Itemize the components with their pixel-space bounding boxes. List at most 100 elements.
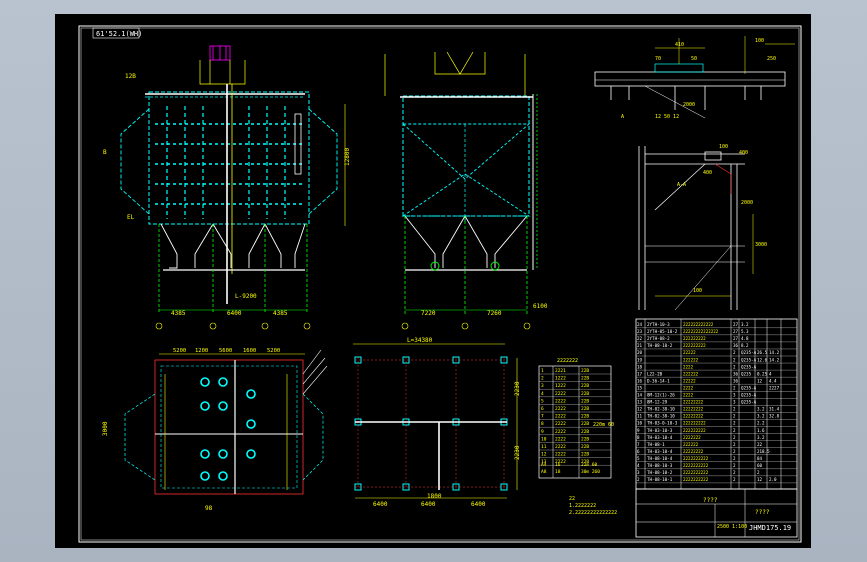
note-row-b: 22B (581, 398, 589, 404)
parts-cell-w: 3.2 (757, 414, 765, 419)
notes-line-1: 1.2222222 (569, 503, 596, 509)
parts-cell-name: 2222222 (683, 435, 701, 440)
parts-cell-name: 222222 (683, 442, 699, 447)
parts-cell-w: 3.2 (757, 407, 765, 412)
parts-cell-m: Q235-A (741, 385, 757, 390)
detail-mid-dim-6: 100 (693, 288, 702, 294)
note-row-no: 5 (541, 398, 544, 404)
parts-cell-code: TH-08-10-3 (647, 463, 673, 468)
parts-cell-no: 11 (637, 414, 643, 419)
note-row-b: 22B (581, 436, 589, 442)
note-row-a: 2222 (555, 436, 566, 442)
detail-top-dim-1: 410 (675, 42, 684, 48)
note-row-no: 9 (541, 429, 544, 435)
parts-cell-no: 16 (637, 378, 643, 383)
drawing-sheet: 61'52.1(WH) 4385 6400 4385 12800 12B B E… (55, 14, 811, 548)
note-row-b: 22B (581, 383, 589, 389)
parts-cell-name: 2222 (683, 393, 694, 398)
note-bottom-b: 30m 260 (581, 469, 600, 475)
parts-cell-code: 8M-12-29 (647, 400, 668, 405)
note-row-a: 2222 (555, 452, 566, 458)
parts-cell-sum: 2.0 (769, 477, 777, 482)
parts-cell-sum: 31.4 (769, 407, 780, 412)
parts-cell-qty: 27 (733, 322, 739, 327)
note-row-no: 10 (541, 436, 547, 442)
front-label-left: B (103, 149, 107, 156)
parts-cell-code: TH-03-10-4 (647, 449, 673, 454)
note-row-a: 2222 (555, 391, 566, 397)
note-row-b: 22B (581, 421, 589, 427)
parts-cell-m: Q235-A (741, 357, 757, 362)
cad-drawing: 61'52.1(WH) 4385 6400 4385 12800 12B B E… (55, 14, 811, 548)
note-bottom-no: A4 (541, 462, 547, 468)
parts-cell-code: D-36-14-1 (647, 378, 670, 383)
parts-cell-name: 222222222222 (683, 322, 714, 327)
parts-cell-code: L22-2B (647, 371, 663, 376)
foundation-dim-mid: 1800 (427, 493, 442, 500)
detail-top-dim-5: 250 (767, 56, 776, 62)
parts-cell-no: 15 (637, 385, 643, 390)
front-dim-1: 4385 (171, 310, 186, 317)
parts-cell-m: 4.8 (741, 336, 749, 341)
front-dim-side: 12800 (344, 148, 351, 166)
notes-line-2: 2.22222222222222 (569, 510, 617, 516)
side-dim-right: 6100 (533, 303, 548, 310)
note-row-no: 11 (541, 444, 547, 450)
parts-cell-code: TH-03-0-10-3 (647, 421, 678, 426)
note-row-b: 22B (581, 429, 589, 435)
foundation-dim-right-1: 2230 (514, 381, 521, 396)
note-row-no: 4 (541, 391, 544, 397)
title-block-company: ???? (755, 509, 770, 516)
parts-cell-name: 22222222222222 (683, 329, 719, 334)
detail-mid-label: A-A (677, 182, 686, 188)
note-row-no: 12 (541, 452, 547, 458)
note-side-note: 220m 60 (593, 422, 614, 428)
plan-dim-5: 5200 (267, 348, 280, 354)
parts-cell-code: 2YTH-05-10-2 (647, 329, 678, 334)
title-block-drawing-no: JHMD175.19 (749, 524, 791, 532)
parts-cell-w: 12.6 (757, 357, 768, 362)
parts-cell-w: 3.2 (757, 435, 765, 440)
parts-cell-code: 8M-12(1)-26 (647, 393, 675, 398)
parts-cell-code: TH-08-10-2 (647, 470, 673, 475)
parts-cell-name: 222222222 (683, 428, 706, 433)
detail-top-label: A (621, 114, 624, 120)
parts-cell-code: TH-08-1 (647, 442, 665, 447)
front-dim-2: 6400 (227, 310, 242, 317)
parts-cell-sum: 32.8 (769, 414, 780, 419)
parts-cell-code: TH-02-38-10 (647, 414, 675, 419)
parts-cell-sum: 14.2 (769, 357, 780, 362)
parts-cell-w: 22 (757, 442, 763, 447)
parts-cell-m: Q235-A (741, 364, 757, 369)
note-row-a: 2222 (555, 444, 566, 450)
note-row-a: 2222 (555, 414, 566, 420)
front-label-top: 12B (125, 73, 136, 80)
parts-cell-w: 26.5 (757, 350, 768, 355)
note-row-a: 2222 (555, 429, 566, 435)
parts-cell-m: Q235-A (741, 350, 757, 355)
side-dim-1: 7220 (421, 310, 436, 317)
parts-cell-sum: 2227 (769, 385, 780, 390)
parts-cell-name: 2222 (683, 364, 694, 369)
parts-cell-name: 22222222 (683, 407, 704, 412)
note-row-no: 3 (541, 383, 544, 389)
note-bottom-a: 18 (555, 469, 561, 475)
parts-cell-no: 20 (637, 350, 643, 355)
note-row-no: 7 (541, 414, 544, 420)
parts-cell-code: TH-03-10-4 (647, 435, 673, 440)
parts-cell-m: 5.3 (741, 329, 749, 334)
parts-cell-name: 22222222 (683, 449, 704, 454)
plan-dim-left: 3000 (102, 421, 109, 436)
foundation-dim-2: 6400 (421, 501, 436, 508)
detail-mid-dim-3: 400 (703, 170, 712, 176)
parts-cell-name: 22222 (683, 350, 696, 355)
parts-cell-name: 22222222 (683, 400, 704, 405)
note-table-title: 2222222 (557, 358, 578, 364)
note-row-a: 1222 (555, 376, 566, 382)
parts-cell-m: Q235 (741, 371, 752, 376)
parts-cell-w: 218.5 (757, 449, 770, 454)
parts-cell-name: 222222 (683, 371, 699, 376)
detail-mid-dim-4: 2000 (741, 200, 753, 206)
detail-mid-dim-2: 400 (739, 150, 748, 156)
parts-cell-code: 2YTH-08-2 (647, 336, 670, 341)
